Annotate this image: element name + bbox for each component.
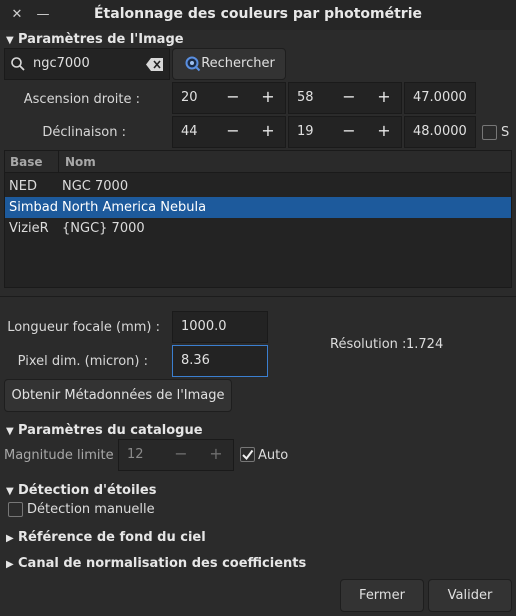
dec-label: Déclinaison : <box>42 125 126 140</box>
focal-length-label: Longueur focale (mm) : <box>7 320 160 335</box>
resolution-value: 1.724 <box>406 337 444 352</box>
row-name: North America Nebula <box>62 200 207 215</box>
dec-degrees-decrement[interactable]: − <box>216 116 250 148</box>
manual-detection-label: Détection manuelle <box>27 502 155 517</box>
section-image-params-label: Paramètres de l'Image <box>18 32 184 47</box>
dec-seconds-field[interactable]: 48.0000 <box>404 116 476 148</box>
dec-seconds-value: 48.0000 <box>413 124 467 139</box>
find-icon <box>185 56 201 72</box>
close-button[interactable]: Fermer <box>340 579 424 612</box>
section-sky-background-label: Référence de fond du ciel <box>18 530 206 545</box>
ra-seconds-value: 47.0000 <box>413 90 467 105</box>
mag-limit-label: Magnitude limite : <box>4 448 123 463</box>
auto-label: Auto <box>258 448 289 463</box>
checkmark-icon <box>242 449 254 461</box>
manual-detection-checkbox[interactable] <box>8 502 23 517</box>
row-name: NGC 7000 <box>62 179 129 194</box>
expanded-triangle-icon: ▼ <box>6 486 14 497</box>
get-metadata-label: Obtenir Métadonnées de l'Image <box>11 388 225 403</box>
ra-minutes-value: 58 <box>297 90 314 105</box>
expanded-triangle-icon: ▼ <box>6 426 14 437</box>
pixel-size-field[interactable]: 8.36 <box>172 345 268 377</box>
section-image-params[interactable]: ▼ Paramètres de l'Image <box>6 32 184 47</box>
dec-degrees-value: 44 <box>181 124 198 139</box>
ok-button[interactable]: Valider <box>428 579 512 612</box>
table-row[interactable]: NED NGC 7000 <box>5 176 511 197</box>
auto-checkbox[interactable] <box>240 447 255 462</box>
search-input-value: ngc7000 <box>33 56 90 71</box>
expanded-triangle-icon: ▼ <box>6 35 14 46</box>
results-table[interactable]: Base Nom NED NGC 7000 Simbad North Ameri… <box>4 150 512 288</box>
clear-search-icon[interactable] <box>146 58 164 71</box>
ra-hours-value: 20 <box>181 90 198 105</box>
search-button-label: Rechercher <box>201 56 275 71</box>
south-checkbox[interactable] <box>482 125 497 140</box>
close-button-label: Fermer <box>359 588 405 603</box>
column-header-name[interactable]: Nom <box>59 151 511 173</box>
section-normalization[interactable]: ▶ Canal de normalisation des coefficients <box>6 556 306 571</box>
ra-minutes-decrement[interactable]: − <box>332 82 366 114</box>
mag-limit-increment[interactable]: + <box>199 439 233 471</box>
column-header-base[interactable]: Base <box>5 151 59 173</box>
south-label: S <box>501 125 510 140</box>
ra-hours-increment[interactable]: + <box>251 82 285 114</box>
dec-minutes-decrement[interactable]: − <box>332 116 366 148</box>
focal-length-value: 1000.0 <box>181 319 227 334</box>
ra-minutes-increment[interactable]: + <box>367 82 401 114</box>
section-star-detection-label: Détection d'étoiles <box>18 483 157 498</box>
resolution-label: Résolution : <box>330 337 407 352</box>
section-star-detection[interactable]: ▼ Détection d'étoiles <box>6 483 156 498</box>
section-sky-background[interactable]: ▶ Référence de fond du ciel <box>6 530 206 545</box>
section-catalog-label: Paramètres du catalogue <box>18 423 203 438</box>
search-icon <box>11 57 25 71</box>
pixel-size-label: Pixel dim. (micron) : <box>17 354 148 369</box>
table-row[interactable]: VizieR {NGC} 7000 <box>5 218 511 239</box>
collapsed-triangle-icon: ▶ <box>6 533 14 544</box>
get-metadata-button[interactable]: Obtenir Métadonnées de l'Image <box>4 379 232 412</box>
focal-length-field[interactable]: 1000.0 <box>172 311 268 343</box>
dec-degrees-increment[interactable]: + <box>251 116 285 148</box>
row-base: NED <box>9 179 37 194</box>
ra-hours-decrement[interactable]: − <box>216 82 250 114</box>
table-row-selected[interactable]: Simbad North America Nebula <box>5 197 511 218</box>
ra-seconds-field[interactable]: 47.0000 <box>404 82 476 114</box>
divider <box>0 296 516 297</box>
collapsed-triangle-icon: ▶ <box>6 559 14 570</box>
dec-minutes-value: 19 <box>297 124 314 139</box>
mag-limit-value: 12 <box>127 447 144 462</box>
mag-limit-decrement[interactable]: − <box>164 439 198 471</box>
section-catalog[interactable]: ▼ Paramètres du catalogue <box>6 423 203 438</box>
row-base: Simbad <box>9 200 58 215</box>
window-title: Étalonnage des couleurs par photométrie <box>93 6 422 22</box>
section-normalization-label: Canal de normalisation des coefficients <box>18 556 307 571</box>
ok-button-label: Valider <box>447 588 493 603</box>
row-base: VizieR <box>9 221 49 236</box>
dec-minutes-increment[interactable]: + <box>367 116 401 148</box>
row-name: {NGC} 7000 <box>62 221 145 236</box>
pixel-size-value: 8.36 <box>181 353 210 368</box>
ra-label: Ascension droite : <box>23 92 140 107</box>
